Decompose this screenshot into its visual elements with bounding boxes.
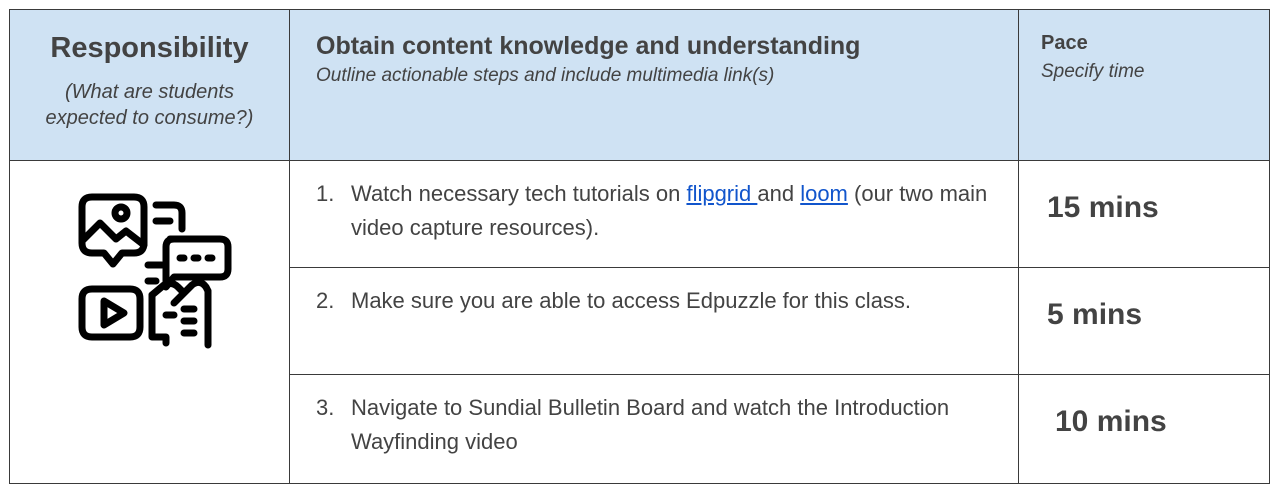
step-number: 3. xyxy=(316,395,335,420)
step-text-part: and xyxy=(757,181,801,206)
responsibility-header-cell: Responsibility (What are students expect… xyxy=(9,9,290,161)
step-cell: 3. Navigate to Sundial Bulletin Board an… xyxy=(289,374,1019,484)
responsibility-subtitle-line-2: expected to consume?) xyxy=(45,107,254,129)
pace-header-cell: Pace Specify time xyxy=(1018,9,1270,161)
step-text: Watch necessary tech tutorials on flipgr… xyxy=(351,177,988,245)
pace-value: 5 mins xyxy=(1047,298,1143,331)
multimedia-content-icon xyxy=(70,185,236,351)
pace-cell: 10 mins xyxy=(1018,374,1270,484)
table-row: 1. Watch necessary tech tutorials on fli… xyxy=(9,160,1270,484)
flipgrid-link[interactable]: flipgrid xyxy=(686,181,757,206)
task-header-cell: Obtain content knowledge and understandi… xyxy=(289,9,1019,161)
pace-value: 10 mins xyxy=(1055,405,1167,438)
step-number: 1. xyxy=(316,181,335,206)
task-title: Obtain content knowledge and understandi… xyxy=(316,32,861,60)
list-item: 3. Navigate to Sundial Bulletin Board an… xyxy=(290,375,1018,459)
pace-title: Pace xyxy=(1041,32,1088,54)
task-subtitle: Outline actionable steps and include mul… xyxy=(316,65,775,86)
responsibility-title: Responsibility xyxy=(50,32,249,64)
step-cell: 1. Watch necessary tech tutorials on fli… xyxy=(289,160,1019,268)
responsibility-subtitle: (What are students expected to consume?) xyxy=(10,79,289,131)
step-text-part: Watch necessary tech tutorials on xyxy=(351,181,687,206)
step-cell: 2. Make sure you are able to access Edpu… xyxy=(289,267,1019,375)
responsibility-subtitle-line-1: (What are students xyxy=(65,81,234,103)
responsibility-icon-cell xyxy=(9,160,290,484)
pace-cell: 15 mins xyxy=(1018,160,1270,268)
loom-link[interactable]: loom xyxy=(800,181,848,206)
pace-subtitle: Specify time xyxy=(1041,61,1145,82)
assignment-table: Responsibility (What are students expect… xyxy=(9,9,1270,484)
list-item: 1. Watch necessary tech tutorials on fli… xyxy=(290,161,1018,245)
pace-value: 15 mins xyxy=(1047,191,1159,224)
pace-cell: 5 mins xyxy=(1018,267,1270,375)
step-text: Navigate to Sundial Bulletin Board and w… xyxy=(351,395,950,454)
step-text: Make sure you are able to access Edpuzzl… xyxy=(351,288,912,313)
header-row: Responsibility (What are students expect… xyxy=(9,9,1270,161)
step-number: 2. xyxy=(316,288,335,313)
list-item: 2. Make sure you are able to access Edpu… xyxy=(290,268,1018,318)
